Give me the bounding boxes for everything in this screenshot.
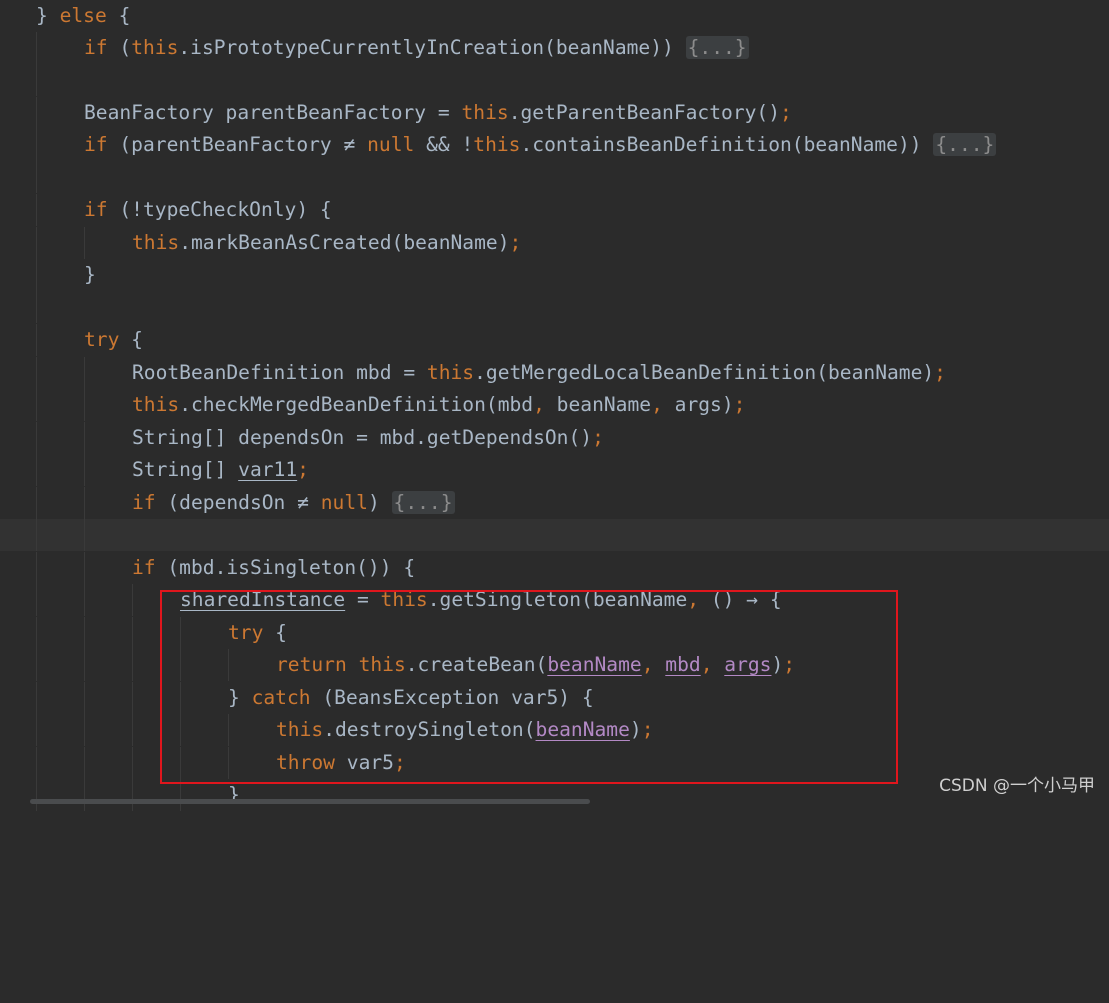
indent-guide [84, 389, 85, 421]
code-text: } else { [36, 4, 131, 27]
indent-guide [36, 714, 37, 746]
indent-guide [132, 617, 133, 649]
indent-guide [36, 324, 37, 356]
indent-guide [84, 519, 85, 551]
code-text: this.checkMergedBeanDefinition(mbd, bean… [132, 393, 746, 416]
indent-guide [132, 682, 133, 714]
code-text: } [84, 263, 96, 286]
indent-guide [36, 552, 37, 584]
indent-guide [84, 454, 85, 486]
indent-guide [84, 422, 85, 454]
code-text: BeanFactory parentBeanFactory = this.get… [84, 101, 792, 124]
indent-guide [84, 714, 85, 746]
red-annotation-box [160, 590, 898, 784]
indent-guide [36, 194, 37, 226]
indent-guide [84, 617, 85, 649]
code-line: } [0, 259, 1109, 291]
indent-guide [36, 422, 37, 454]
code-text: String[] var11; [132, 458, 309, 481]
code-line: } else { [0, 0, 1109, 32]
folded-block-expand-button[interactable]: {...} [685, 36, 749, 59]
indent-guide [132, 649, 133, 681]
indent-guide [36, 291, 37, 323]
indent-guide [36, 389, 37, 421]
code-text: if (this.isPrototypeCurrentlyInCreation(… [84, 36, 749, 59]
code-text: if (parentBeanFactory ≠ null && !this.co… [84, 133, 997, 156]
watermark: CSDN @一个小马甲 [939, 776, 1095, 796]
indent-guide [36, 161, 37, 193]
indent-guide [84, 227, 85, 259]
indent-guide [84, 747, 85, 779]
code-line: RootBeanDefinition mbd = this.getMergedL… [0, 357, 1109, 389]
code-text: String[] dependsOn = mbd.getDependsOn(); [132, 426, 604, 449]
indent-guide [36, 32, 37, 64]
indent-guide [84, 682, 85, 714]
code-text: if (!typeCheckOnly) { [84, 198, 332, 221]
horizontal-scrollbar[interactable] [30, 799, 590, 804]
indent-guide [84, 487, 85, 519]
indent-guide [36, 682, 37, 714]
code-line: if (parentBeanFactory ≠ null && !this.co… [0, 129, 1109, 161]
indent-guide [36, 129, 37, 161]
indent-guide [84, 649, 85, 681]
folded-block-expand-button[interactable]: {...} [933, 133, 997, 156]
code-line: try { [0, 324, 1109, 356]
indent-guide [36, 617, 37, 649]
code-line: if (dependsOn ≠ null) {...} [0, 487, 1109, 519]
indent-guide [36, 747, 37, 779]
indent-guide [132, 779, 133, 811]
code-line [0, 291, 1109, 323]
indent-guide [36, 584, 37, 616]
indent-guide [36, 649, 37, 681]
code-line [0, 64, 1109, 96]
indent-guide [36, 487, 37, 519]
code-line: BeanFactory parentBeanFactory = this.get… [0, 97, 1109, 129]
code-line: String[] var11; [0, 454, 1109, 486]
indent-guide [36, 227, 37, 259]
indent-guide [36, 97, 37, 129]
indent-guide [84, 779, 85, 811]
indent-guide [84, 584, 85, 616]
code-line: this.checkMergedBeanDefinition(mbd, bean… [0, 389, 1109, 421]
indent-guide [36, 259, 37, 291]
indent-guide [132, 714, 133, 746]
code-line: if (!typeCheckOnly) { [0, 194, 1109, 226]
indent-guide [36, 779, 37, 811]
indent-guide [84, 552, 85, 584]
current-line-highlight [0, 519, 1109, 551]
indent-guide [36, 357, 37, 389]
code-line [0, 161, 1109, 193]
indent-guide [132, 747, 133, 779]
code-line: String[] dependsOn = mbd.getDependsOn(); [0, 422, 1109, 454]
indent-guide [132, 584, 133, 616]
folded-block-expand-button[interactable]: {...} [391, 491, 455, 514]
code-text: this.markBeanAsCreated(beanName); [132, 231, 522, 254]
indent-guide [36, 64, 37, 96]
code-line: this.markBeanAsCreated(beanName); [0, 227, 1109, 259]
indent-guide [36, 519, 37, 551]
code-line: if (mbd.isSingleton()) { [0, 552, 1109, 584]
code-text: if (dependsOn ≠ null) {...} [132, 491, 455, 514]
code-text: try { [84, 328, 143, 351]
code-line: if (this.isPrototypeCurrentlyInCreation(… [0, 32, 1109, 64]
indent-guide [36, 454, 37, 486]
code-text: RootBeanDefinition mbd = this.getMergedL… [132, 361, 946, 384]
indent-guide [84, 357, 85, 389]
code-text: if (mbd.isSingleton()) { [132, 556, 416, 579]
